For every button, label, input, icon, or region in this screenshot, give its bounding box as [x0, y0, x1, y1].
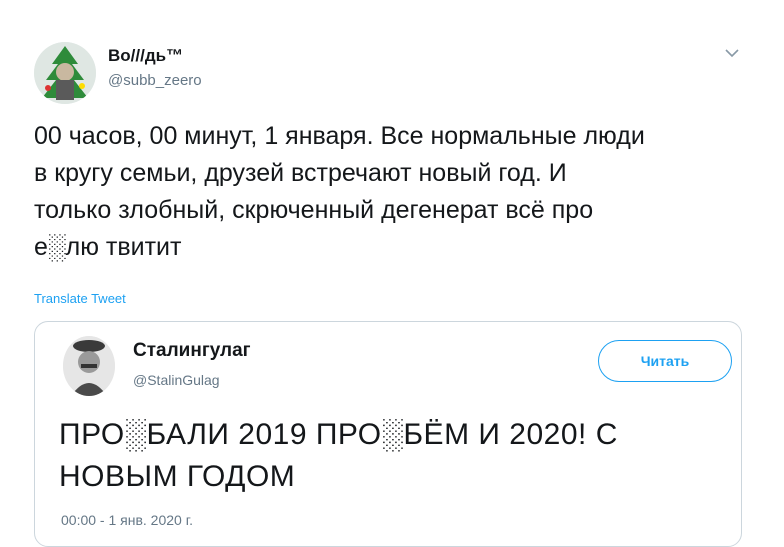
avatar-image	[34, 42, 96, 104]
author-name[interactable]: Во///дь™	[108, 46, 183, 66]
quoted-tweet[interactable]: Сталингулаг @StalinGulag Читать ПРО░БАЛИ…	[34, 321, 742, 547]
author-handle[interactable]: @subb_zeero	[108, 72, 202, 89]
quoted-author-handle[interactable]: @StalinGulag	[133, 372, 220, 388]
author-avatar[interactable]	[34, 42, 96, 104]
tweet-text: 00 часов, 00 минут, 1 января. Все нормал…	[34, 122, 645, 261]
quoted-author-name[interactable]: Сталингулаг	[133, 340, 251, 362]
translate-tweet-link[interactable]: Translate Tweet	[34, 291, 126, 306]
tweet-card: Во///дь™ @subb_zeero 00 часов, 00 минут,…	[0, 14, 766, 547]
follow-button[interactable]: Читать	[598, 340, 732, 382]
chevron-down-icon[interactable]	[724, 47, 740, 59]
quoted-tweet-timestamp[interactable]: 00:00 - 1 янв. 2020 г.	[61, 512, 193, 528]
quoted-tweet-text: ПРО░БАЛИ 2019 ПРО░БЁМ И 2020! С НОВЫМ ГО…	[59, 418, 618, 493]
quoted-author-avatar[interactable]	[63, 336, 115, 396]
quoted-avatar-image	[63, 336, 115, 396]
